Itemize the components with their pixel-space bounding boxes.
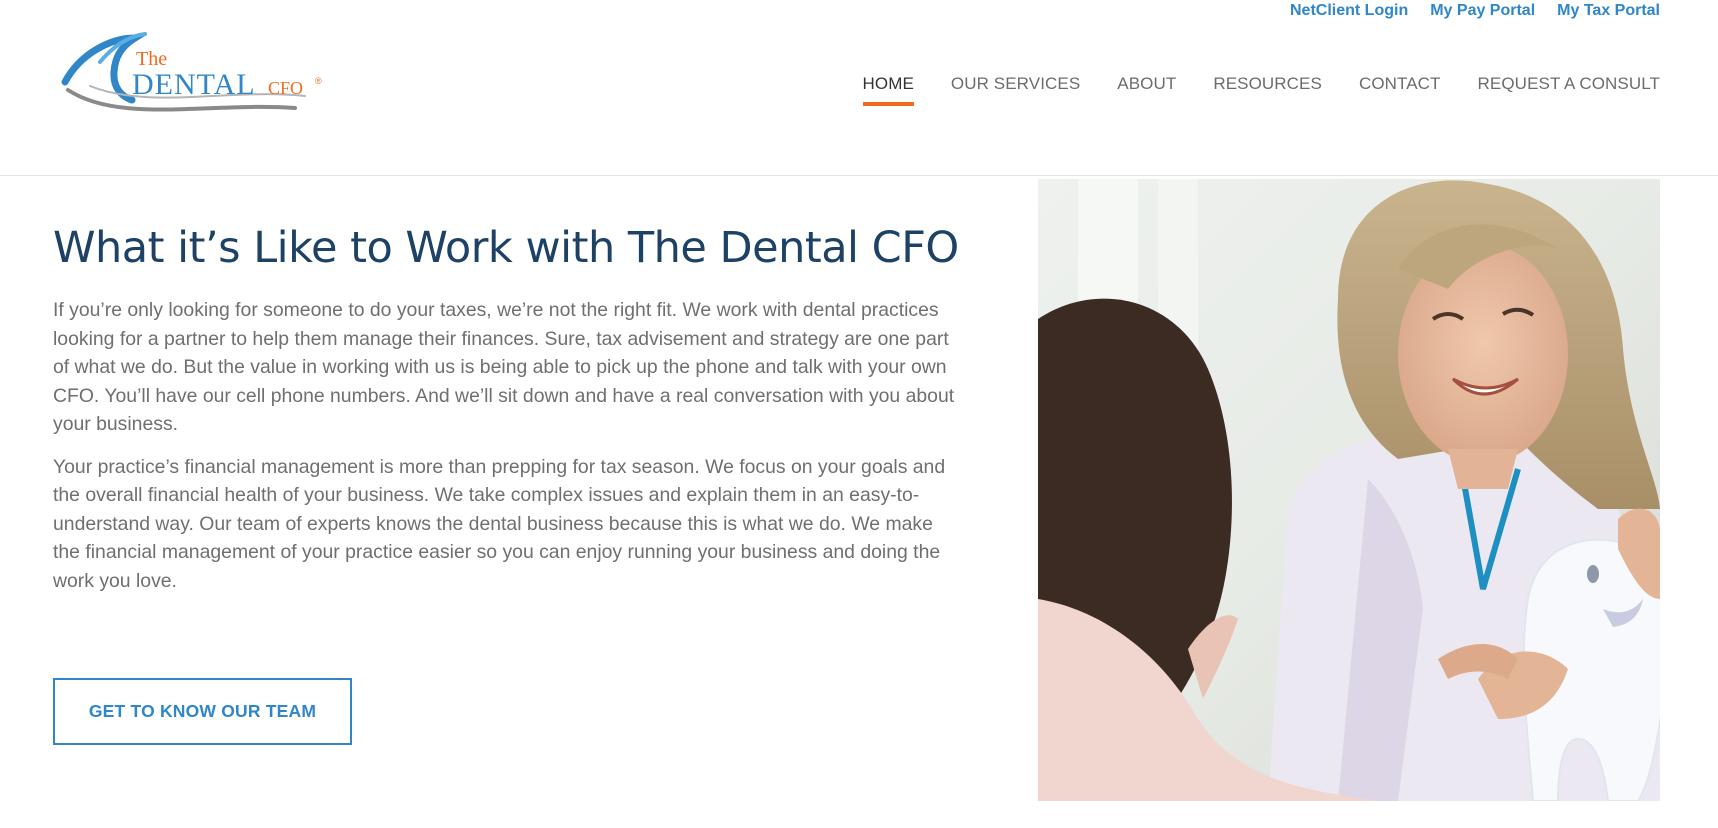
nav-item-resources[interactable]: RESOURCES — [1213, 72, 1322, 106]
get-to-know-our-team-button[interactable]: GET TO KNOW OUR TEAM — [53, 678, 352, 745]
logo-graphic: The DENTAL CFO ® — [61, 32, 322, 112]
nav-item-request-a-consult[interactable]: REQUEST A CONSULT — [1478, 72, 1660, 106]
intro-paragraph-2: Your practice’s financial management is … — [53, 455, 946, 592]
my-tax-portal-link[interactable]: My Tax Portal — [1557, 2, 1660, 20]
photo-illustration — [1038, 179, 1660, 801]
logo-dental: DENTAL — [132, 68, 256, 101]
logo-registered: ® — [315, 76, 322, 86]
logo-the: The — [136, 48, 167, 70]
nav-item-about[interactable]: ABOUT — [1117, 72, 1176, 106]
nav-item-home[interactable]: HOME — [862, 72, 915, 106]
my-pay-portal-link[interactable]: My Pay Portal — [1430, 2, 1535, 20]
utility-links: NetClient Login My Pay Portal My Tax Por… — [1290, 0, 1660, 22]
page: The DENTAL CFO ® NetClient Login My Pay … — [0, 0, 1718, 828]
logo-cfo: CFO — [268, 78, 303, 98]
page-title: What it’s Like to Work with The Dental C… — [53, 223, 959, 273]
main-navigation: HOME OUR SERVICES ABOUT RESOURCES CONTAC… — [862, 72, 1661, 106]
intro-paragraph-1: If you’re only looking for someone to do… — [53, 299, 955, 435]
netclient-login-link[interactable]: NetClient Login — [1290, 2, 1408, 20]
site-header: The DENTAL CFO ® NetClient Login My Pay … — [0, 0, 1718, 176]
dental-cfo-logo[interactable]: The DENTAL CFO ® — [60, 24, 335, 124]
dentist-with-child-photo — [1038, 179, 1660, 801]
intro-section: What it’s Like to Work with The Dental C… — [53, 218, 963, 595]
nav-item-contact[interactable]: CONTACT — [1359, 72, 1441, 106]
nav-item-our-services[interactable]: OUR SERVICES — [951, 72, 1080, 106]
